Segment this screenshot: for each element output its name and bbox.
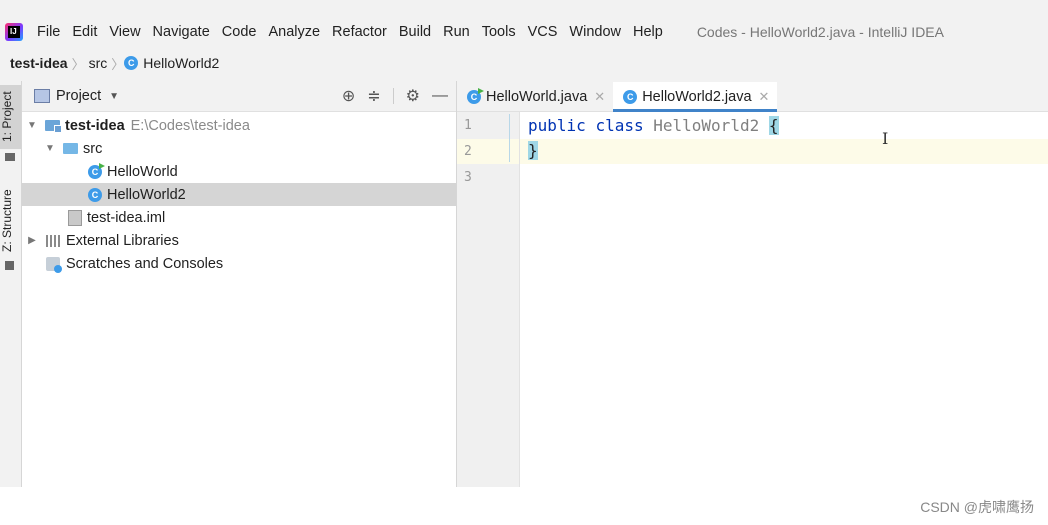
code-brace-open: { [768,116,779,135]
breadcrumb-separator: 〉 [111,56,125,72]
line-number: 2 [464,144,472,159]
line-number: 3 [464,170,472,185]
class-icon: C [623,89,638,104]
project-folder-icon [5,153,15,161]
watermark: CSDN @虎啸鹰扬 [920,499,1034,515]
tree-item-label: src [83,140,103,157]
tree-item-label: HelloWorld [107,163,178,180]
menu-analyze[interactable]: Analyze [262,24,326,40]
class-icon: C [88,187,102,202]
tree-item-root[interactable]: ▼ test-idea E:\Codes\test-idea [22,114,456,137]
window-title: Codes - HelloWorld2.java - IntelliJ IDEA [696,23,944,40]
code-class-name: HelloWorld2 [653,116,760,135]
project-tree: ▼ test-idea E:\Codes\test-idea ▼ src C H… [22,112,456,275]
gear-icon[interactable]: ⚙ [406,86,420,106]
menu-tools[interactable]: Tools [476,24,522,40]
line-number-gutter: 1 2 3 [457,112,520,487]
tab-label: HelloWorld.java [486,88,588,105]
tree-item-path: E:\Codes\test-idea [130,117,250,134]
expand-arrow-icon[interactable]: ▼ [26,120,38,131]
ide-window: IJ File Edit View Navigate Code Analyze … [0,0,1048,487]
close-icon[interactable]: ✕ [759,89,770,105]
left-tool-strip: 1: Project Z: Structure [0,81,22,487]
fold-guide [509,114,510,162]
menu-code[interactable]: Code [216,24,263,40]
library-icon [46,234,60,247]
tab-label: HelloWorld2.java [642,88,752,105]
tree-item-label: Scratches and Consoles [66,255,224,272]
iml-file-icon [68,209,82,226]
tree-item-label: External Libraries [66,232,179,249]
code-keyword: public [528,116,586,135]
project-view-icon [34,89,50,103]
expand-arrow-icon[interactable]: ▶ [26,235,38,246]
breadcrumb-project[interactable]: test-idea [0,55,72,71]
menu-view[interactable]: View [103,24,146,40]
module-folder-icon [45,120,62,133]
menu-refactor[interactable]: Refactor [326,24,393,40]
code-brace-close: } [528,141,538,160]
tree-item-iml[interactable]: test-idea.iml [22,206,456,229]
menu-edit[interactable]: Edit [66,24,103,40]
scratch-icon [46,256,62,273]
tool-tab-structure[interactable]: Z: Structure [0,185,21,257]
close-icon[interactable]: ✕ [594,89,605,105]
breadcrumb-src[interactable]: src [85,55,112,71]
breadcrumb: test-idea 〉 src 〉 C HelloWorld2 [0,49,1048,77]
tree-item-label: HelloWorld2 [107,186,186,203]
tool-tab-project[interactable]: 1: Project [0,85,21,149]
menu-run[interactable]: Run [437,24,476,40]
editor-tabs: C HelloWorld.java ✕ C HelloWorld2.java ✕ [457,81,1048,112]
target-icon[interactable]: ⊕ [342,86,355,106]
class-icon: C [88,162,105,179]
app-logo-icon: IJ [5,22,23,41]
project-view-selector[interactable]: Project [56,88,101,104]
toolbar-divider [392,88,394,104]
code-line-1[interactable]: public class HelloWorld2 { [528,116,779,135]
menu-navigate[interactable]: Navigate [147,24,216,40]
tree-item-scratches[interactable]: Scratches and Consoles [22,252,456,275]
project-panel-tools: ⊕ ≑ ⚙ — [342,81,448,111]
expand-arrow-icon[interactable]: ▼ [44,143,56,154]
tab-helloworld-java[interactable]: C HelloWorld.java ✕ [457,82,613,111]
tree-item-label: test-idea.iml [87,209,166,226]
tree-item-helloworld2[interactable]: C HelloWorld2 [22,183,456,206]
menu-file[interactable]: File [31,24,66,40]
chevron-down-icon[interactable]: ▼ [109,91,119,102]
class-icon: C [467,87,484,104]
menu-window[interactable]: Window [563,24,627,40]
class-icon: C [124,56,139,70]
code-line-2[interactable]: } [528,141,538,160]
code-keyword: class [595,116,644,135]
current-line-highlight [519,139,1048,164]
structure-icon [5,261,14,270]
folder-icon [63,143,78,154]
tree-item-label: test-idea [65,117,125,134]
tree-item-src[interactable]: ▼ src [22,137,456,160]
menu-build[interactable]: Build [393,24,437,40]
editor-area: C HelloWorld.java ✕ C HelloWorld2.java ✕… [457,81,1048,487]
menu-bar: IJ File Edit View Navigate Code Analyze … [0,17,1048,46]
tab-helloworld2-java[interactable]: C HelloWorld2.java ✕ [613,82,778,112]
text-cursor-icon: I [882,129,889,148]
project-panel: Project ▼ ⊕ ≑ ⚙ — ▼ test-idea E:\Codes\t… [22,81,457,487]
breadcrumb-separator: 〉 [71,56,85,72]
project-panel-header: Project ▼ ⊕ ≑ ⚙ — [22,81,456,112]
tree-item-external-libraries[interactable]: ▶ External Libraries [22,229,456,252]
minimize-icon[interactable]: — [432,87,448,105]
breadcrumb-file[interactable]: HelloWorld2 [143,55,223,71]
menu-vcs[interactable]: VCS [522,24,564,40]
line-number: 1 [464,118,472,133]
tree-item-helloworld[interactable]: C HelloWorld [22,160,456,183]
collapse-icon[interactable]: ≑ [367,86,380,106]
menu-help[interactable]: Help [627,24,669,40]
